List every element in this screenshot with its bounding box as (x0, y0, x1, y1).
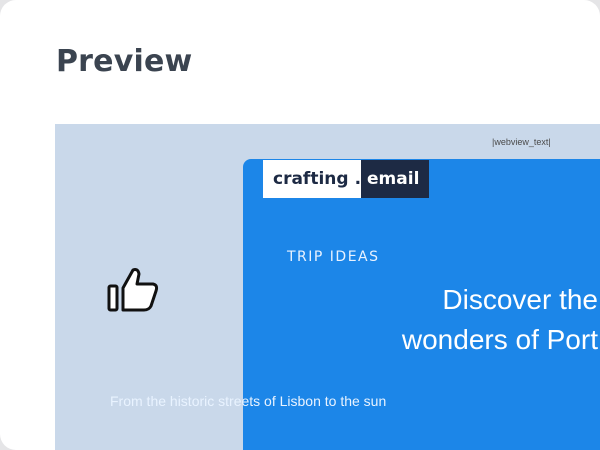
email-preview-frame: |webview_text| crafting . email TRIP IDE… (55, 124, 600, 450)
preview-card: Preview |webview_text| crafting . email … (0, 0, 600, 450)
crafting-email-logo: crafting . email (263, 160, 430, 198)
page-title: Preview (56, 44, 193, 79)
email-kicker: TRIP IDEAS (287, 249, 380, 265)
logo-crafting-text: crafting (263, 160, 355, 198)
email-subtext: From the historic streets of Lisbon to t… (110, 393, 387, 409)
headline-line-2: wonders of Port (401, 324, 598, 355)
thumbs-up-icon (103, 262, 159, 318)
email-headline: Discover the wonders of Port (198, 280, 598, 360)
webview-text-placeholder: |webview_text| (492, 137, 551, 147)
logo-email-text: email (361, 160, 430, 198)
headline-line-1: Discover the (442, 284, 598, 315)
